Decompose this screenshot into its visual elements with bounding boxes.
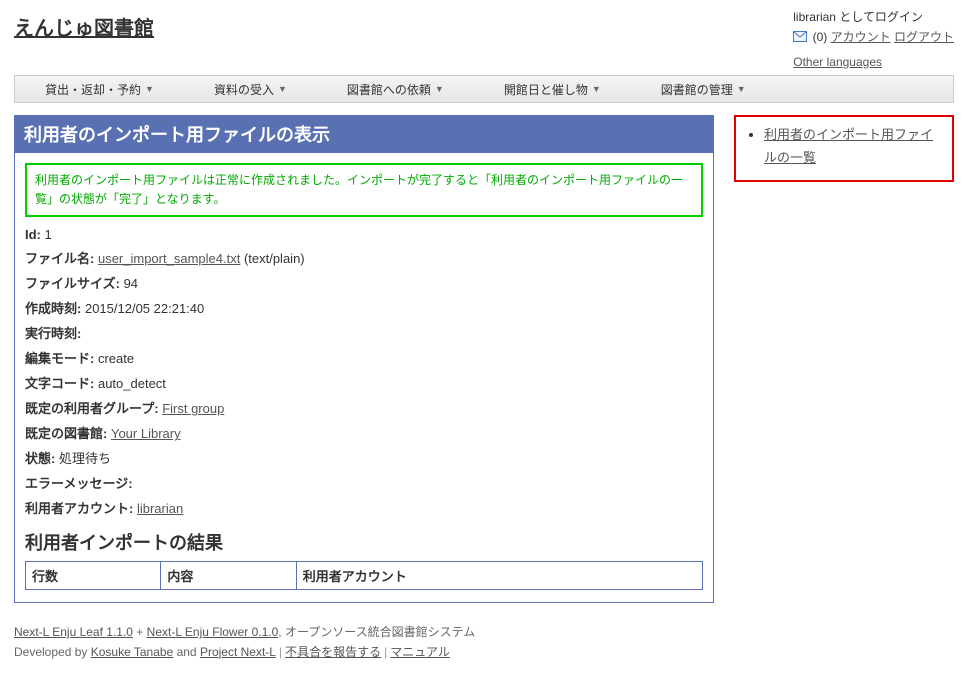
col-body: 内容 [161,562,296,590]
footer-manual-link[interactable]: マニュアル [390,645,450,659]
encoding-label: 文字コード: [25,376,94,391]
page-title: 利用者のインポート用ファイルの表示 [14,115,714,153]
error-label: エラーメッセージ: [25,476,133,491]
footer-app2-link[interactable]: Next-L Enju Flower 0.1.0 [147,625,279,639]
account-link-value[interactable]: librarian [137,501,183,516]
col-lines: 行数 [26,562,161,590]
filename-label: ファイル名: [25,251,94,266]
chevron-down-icon: ▼ [737,84,746,94]
flash-notice: 利用者のインポート用ファイルは正常に作成されました。インポートが完了すると「利用… [25,163,703,217]
chevron-down-icon: ▼ [145,84,154,94]
footer-bug-link[interactable]: 不具合を報告する [285,645,381,659]
site-title-link[interactable]: えんじゅ図書館 [14,12,154,41]
menu-request[interactable]: 図書館への依頼 ▼ [347,81,444,98]
result-heading: 利用者インポートの結果 [25,529,703,555]
filesize-value: 94 [124,276,138,291]
mode-value: create [98,351,134,366]
menu-label: 図書館の管理 [661,81,733,98]
created-label: 作成時刻: [25,301,81,316]
filesize-label: ファイルサイズ: [25,276,120,291]
footer-dev-prefix: Developed by [14,645,91,659]
content-body: 利用者のインポート用ファイルは正常に作成されました。インポートが完了すると「利用… [14,153,714,603]
separator: | [384,645,387,659]
logout-link[interactable]: ログアウト [894,30,954,44]
message-count: (0) [813,30,828,44]
sidebar-box: 利用者のインポート用ファイルの一覧 [734,115,954,182]
other-languages-link[interactable]: Other languages [793,55,882,69]
library-link[interactable]: Your Library [111,426,181,441]
menu-label: 図書館への依頼 [347,81,431,98]
menu-accession[interactable]: 資料の受入 ▼ [214,81,287,98]
chevron-down-icon: ▼ [592,84,601,94]
account-link[interactable]: アカウント [831,30,891,44]
state-label: 状態: [25,451,55,466]
filename-mime: (text/plain) [244,251,305,266]
login-status: librarian としてログイン [793,8,954,25]
footer: Next-L Enju Leaf 1.1.0 + Next-L Enju Flo… [14,623,954,661]
footer-dev1-link[interactable]: Kosuke Tanabe [91,645,174,659]
state-value: 処理待ち [59,451,111,466]
group-label: 既定の利用者グループ: [25,401,159,416]
menu-loan[interactable]: 貸出・返却・予約 ▼ [45,81,154,98]
col-account: 利用者アカウント [296,562,702,590]
footer-and: and [173,645,200,659]
menu-label: 資料の受入 [214,81,274,98]
id-value: 1 [45,227,52,242]
footer-app1-link[interactable]: Next-L Enju Leaf 1.1.0 [14,625,133,639]
result-table: 行数 内容 利用者アカウント [25,561,703,590]
sidebar-import-list-link[interactable]: 利用者のインポート用ファイルの一覧 [764,127,933,165]
library-label: 既定の図書館: [25,426,107,441]
filename-link[interactable]: user_import_sample4.txt [98,251,240,266]
separator: | [279,645,282,659]
menu-label: 貸出・返却・予約 [45,81,141,98]
menubar: 貸出・返却・予約 ▼ 資料の受入 ▼ 図書館への依頼 ▼ 開館日と催し物 ▼ 図書館の管… [14,75,954,103]
encoding-value: auto_detect [98,376,166,391]
menu-event[interactable]: 開館日と催し物 ▼ [504,81,601,98]
executed-label: 実行時刻: [25,326,81,341]
id-label: Id: [25,227,41,242]
footer-dev2-link[interactable]: Project Next-L [200,645,276,659]
footer-tagline: , オープンソース統合図書館システム [278,625,475,639]
mode-label: 編集モード: [25,351,94,366]
created-value: 2015/12/05 22:21:40 [85,301,204,316]
chevron-down-icon: ▼ [435,84,444,94]
account-label: 利用者アカウント: [25,501,133,516]
menu-admin[interactable]: 図書館の管理 ▼ [661,81,746,98]
user-area: librarian としてログイン (0) アカウント ログアウト Other … [793,8,954,69]
footer-plus: + [133,625,147,639]
mail-icon[interactable] [793,31,807,45]
chevron-down-icon: ▼ [278,84,287,94]
group-link[interactable]: First group [162,401,224,416]
menu-label: 開館日と催し物 [504,81,588,98]
